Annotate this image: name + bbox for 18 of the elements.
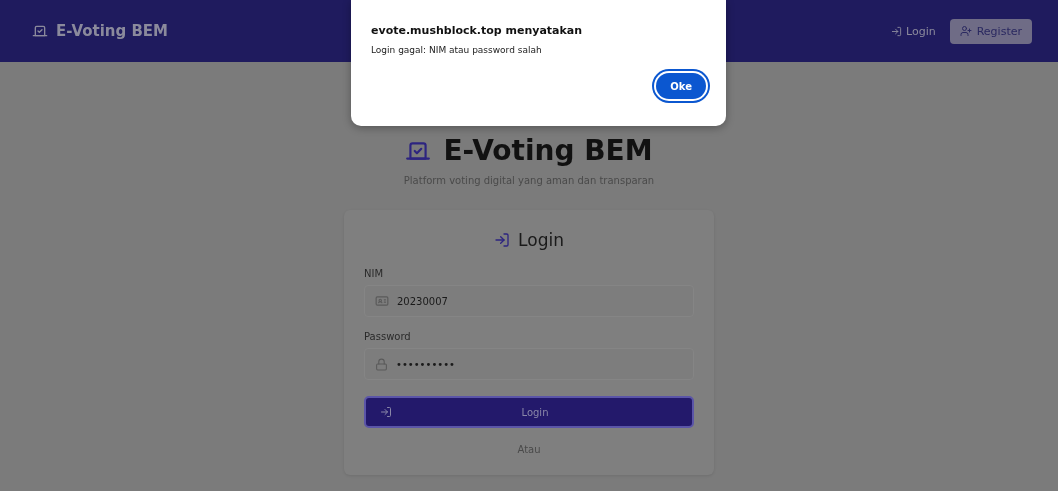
login-icon: [494, 232, 511, 248]
input-field[interactable]: 20230007: [364, 285, 694, 317]
login-button[interactable]: Login: [364, 396, 694, 428]
brand-name: E-Voting BEM: [56, 22, 169, 40]
input-field[interactable]: ••••••••••: [364, 348, 694, 380]
login-link[interactable]: Login: [891, 24, 936, 38]
register-button[interactable]: Register: [949, 18, 1032, 44]
login-icon: [380, 406, 392, 418]
card-title: Login: [518, 230, 564, 250]
field-label: Password: [364, 331, 412, 342]
login-icon: [891, 25, 902, 37]
hero-title: E-Voting BEM: [443, 134, 653, 167]
lock-icon: [375, 357, 388, 371]
dialog-message: Login gagal: NIM atau password salah: [371, 45, 543, 55]
dialog-title: evote.mushblock.top menyatakan: [371, 24, 584, 37]
id-card-icon: [375, 294, 389, 308]
user-plus-icon: [959, 25, 972, 37]
field-label: NIM: [364, 268, 385, 279]
